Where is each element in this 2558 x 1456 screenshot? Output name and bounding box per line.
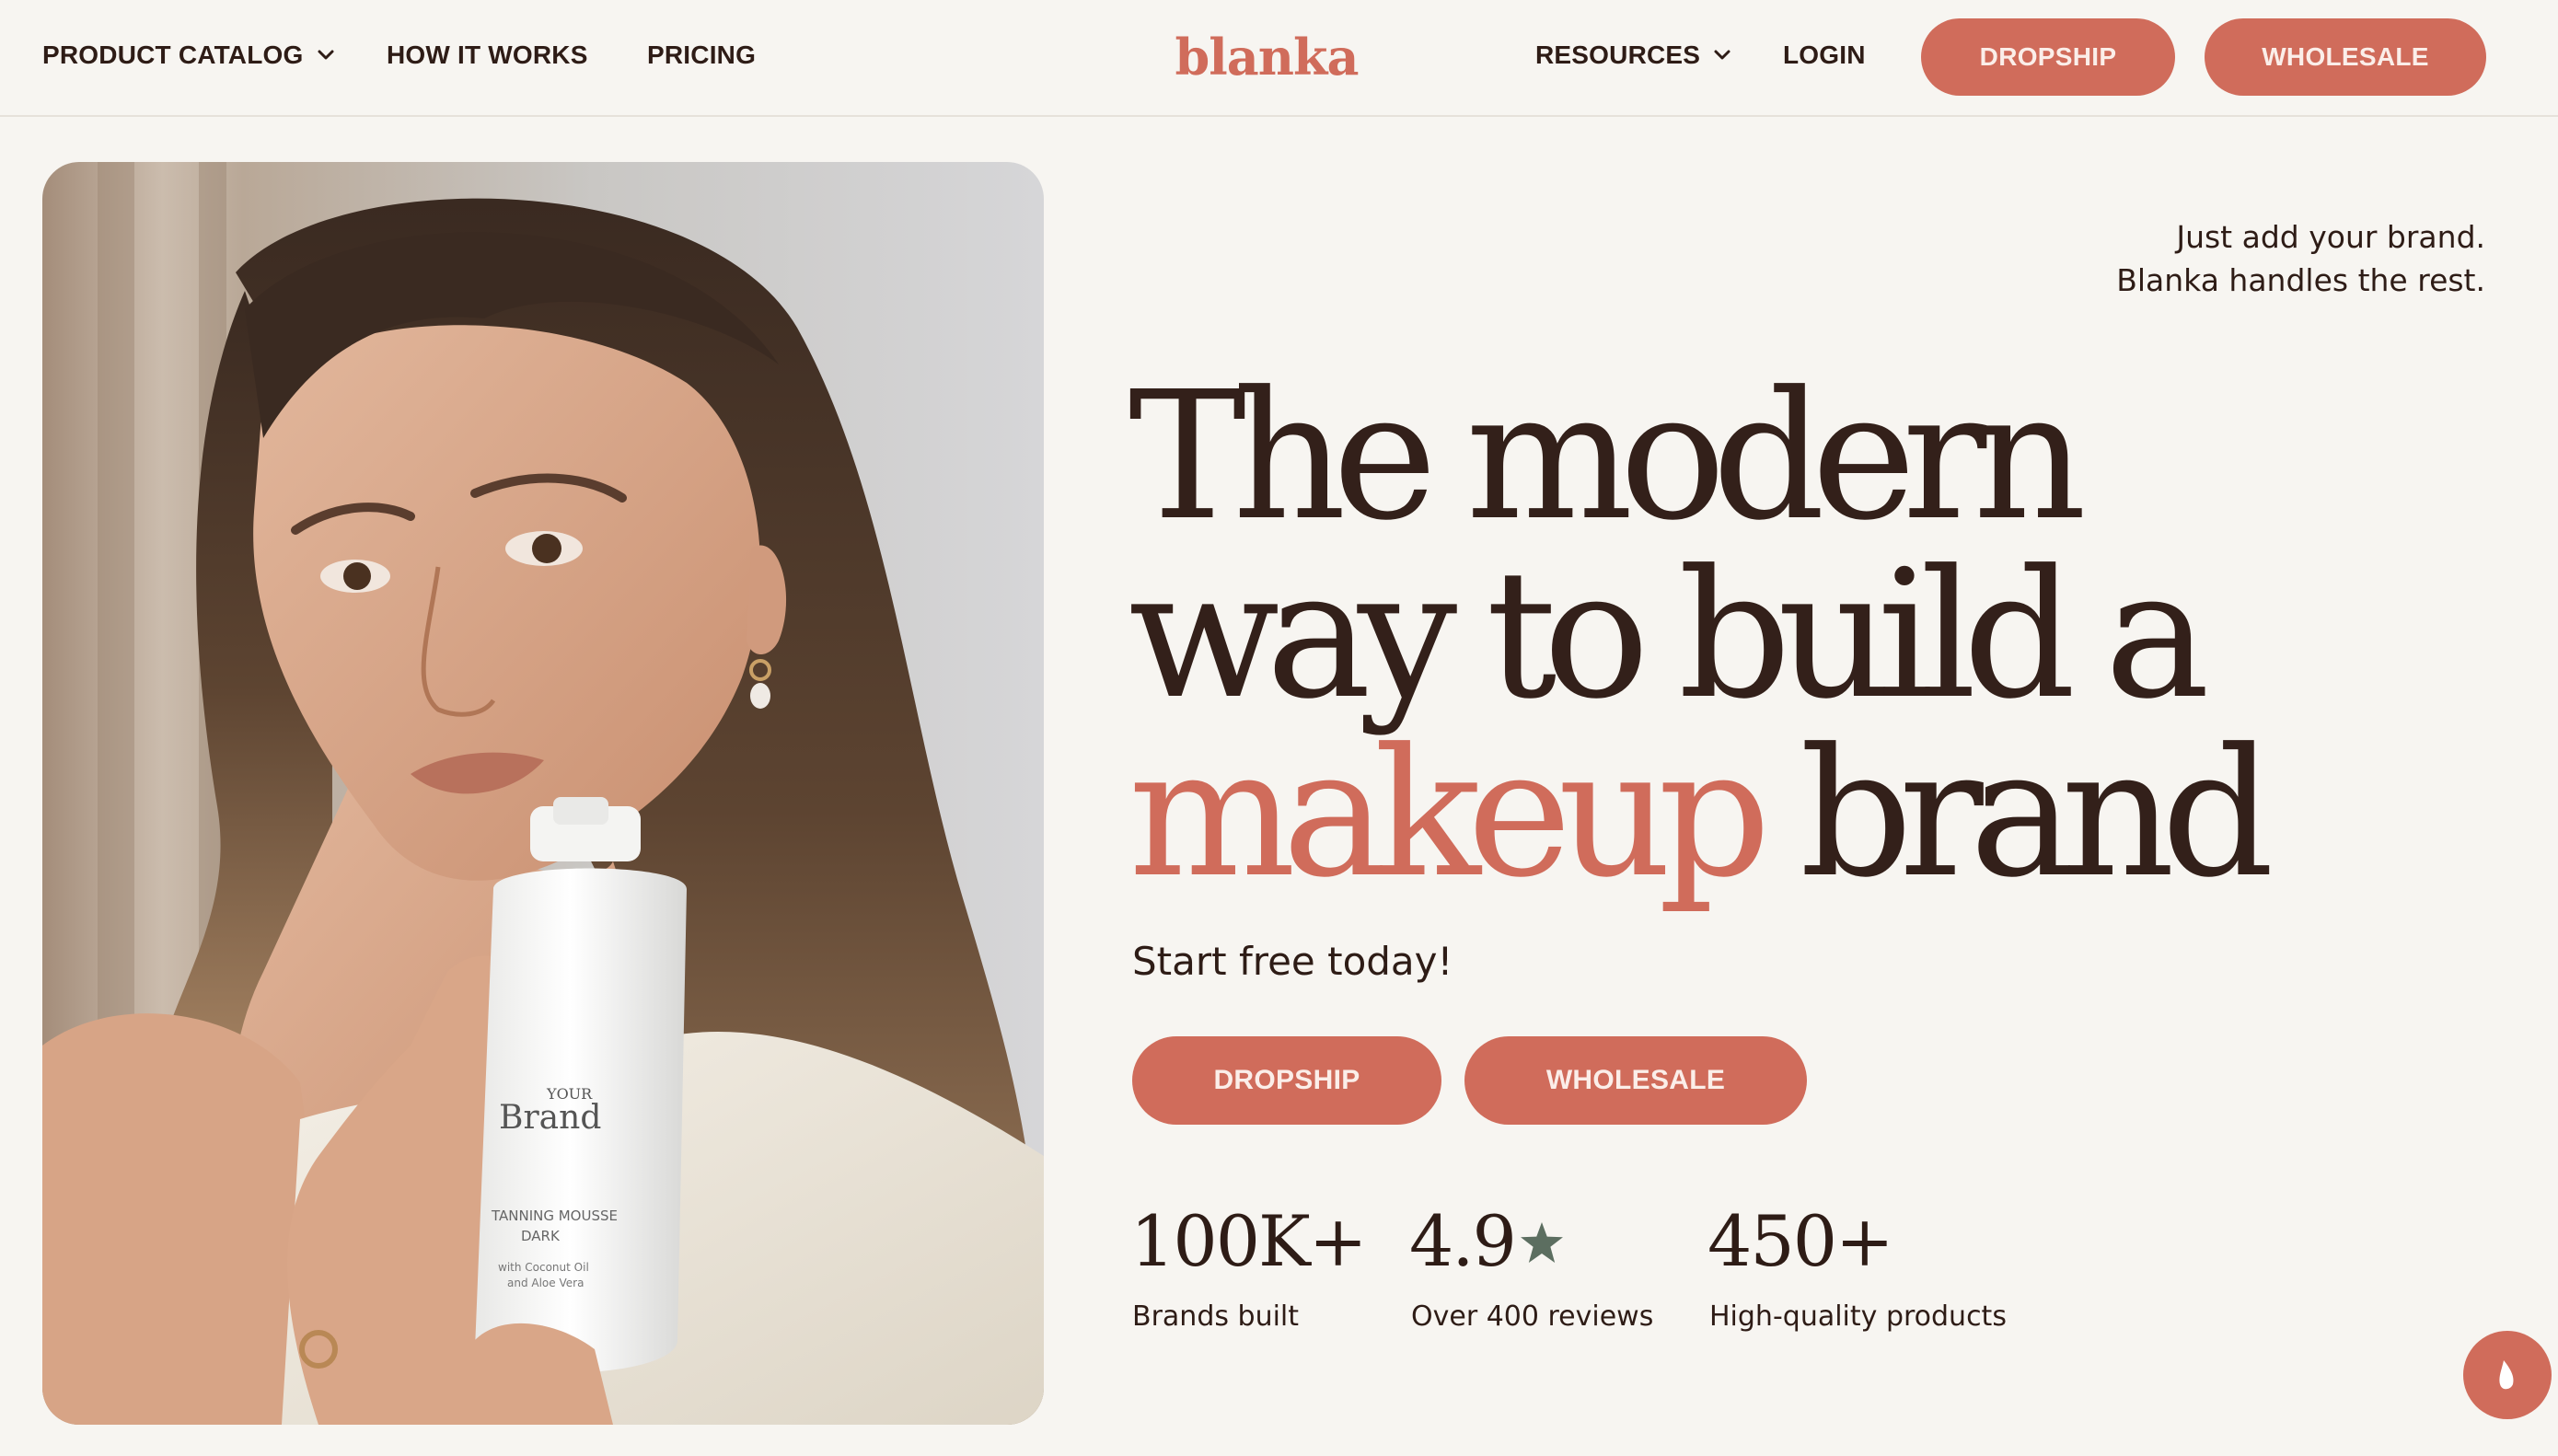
stat-brands-label: Brands built [1132, 1300, 1300, 1333]
site-header: PRODUCT CATALOG HOW IT WORKS PRICING bla… [0, 0, 2558, 117]
chat-button[interactable] [2463, 1331, 2552, 1419]
nav-resources[interactable]: RESOURCES [1535, 35, 1733, 75]
headline-accent-word: makeup [1129, 711, 1771, 917]
header-wholesale-button[interactable]: WHOLESALE [2205, 18, 2486, 96]
chat-drop-icon [2499, 1360, 2514, 1390]
hero-wholesale-button[interactable]: WHOLESALE [1464, 1036, 1807, 1125]
header-dropship-button[interactable]: DROPSHIP [1921, 18, 2175, 96]
hero-subheading: Start free today! [1132, 939, 1453, 984]
nav-pricing[interactable]: PRICING [647, 35, 756, 75]
chevron-down-icon [318, 50, 333, 60]
logo[interactable]: blanka [1175, 18, 1360, 96]
chevron-down-icon [1714, 50, 1730, 60]
nav-product-catalog[interactable]: PRODUCT CATALOG [42, 35, 337, 75]
tagline-line-1: Just add your brand. [2176, 219, 2485, 255]
nav-how-it-works-label: HOW IT WORKS [387, 40, 588, 69]
hero-photo: YOUR Brand TANNING MOUSSE DARK with Coco… [42, 162, 1044, 1425]
tagline-line-2: Blanka handles the rest. [2116, 262, 2485, 298]
headline-line-2: way to build a [1129, 533, 2210, 738]
product-label-line4: and Aloe Vera [507, 1277, 584, 1289]
product-label-line2: DARK [521, 1228, 561, 1244]
headline-line-3: makeup brand [1129, 725, 2436, 904]
headline-line-3-rest: brand [1800, 711, 2274, 917]
hero-tagline: Just add your brand. Blanka handles the … [1970, 215, 2485, 302]
nav-resources-label: RESOURCES [1535, 40, 1701, 69]
stat-products-value: 450+ [1707, 1200, 1894, 1282]
stat-rating-label: Over 400 reviews [1411, 1300, 1654, 1333]
product-label-brand: Brand [499, 1099, 601, 1137]
product-label-line1: TANNING MOUSSE [491, 1208, 618, 1224]
nav-how-it-works[interactable]: HOW IT WORKS [387, 35, 588, 75]
hero-headline: The modern way to build a makeup brand [1129, 368, 2436, 904]
product-label-line3: with Coconut Oil [498, 1261, 589, 1274]
star-icon [1521, 1222, 1563, 1263]
nav-product-catalog-label: PRODUCT CATALOG [42, 40, 304, 69]
stat-rating-value: 4.9 [1409, 1200, 1517, 1282]
nav-login-label: LOGIN [1783, 40, 1866, 69]
headline-line-1: The modern [1129, 354, 2087, 560]
stat-brands-value: 100K+ [1130, 1200, 1368, 1282]
nav-login[interactable]: LOGIN [1783, 35, 1866, 75]
hero-image: YOUR Brand TANNING MOUSSE DARK with Coco… [42, 162, 1044, 1425]
hero-dropship-button[interactable]: DROPSHIP [1132, 1036, 1441, 1125]
nav-pricing-label: PRICING [647, 40, 757, 69]
stat-products-label: High-quality products [1709, 1300, 2007, 1333]
